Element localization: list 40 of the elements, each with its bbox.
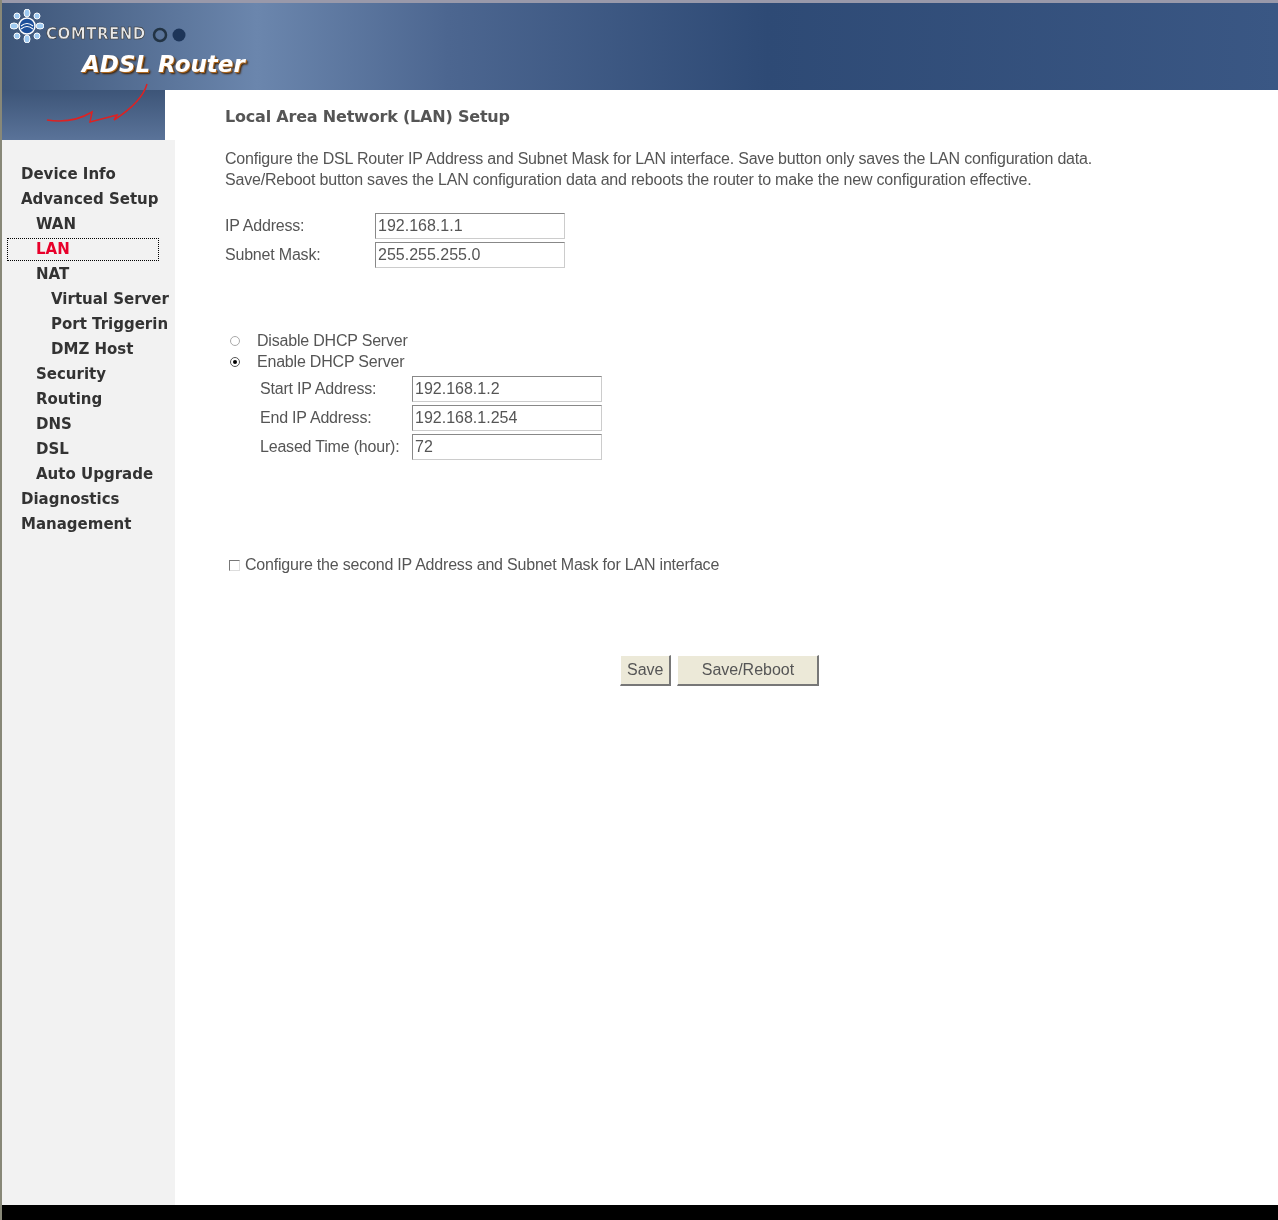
- input-field[interactable]: 192.168.1.254: [412, 404, 602, 431]
- radio-button[interactable]: [230, 335, 240, 346]
- field-label: End IP Address:: [260, 408, 373, 427]
- checkbox[interactable]: [229, 559, 240, 571]
- description-text: Configure the DSL Router IP Address and Subnet Mask for LAN interface. Save button only saves the LAN configuration data.: [225, 149, 1093, 169]
- radio-label: Enable DHCP Server: [257, 352, 405, 371]
- input-field[interactable]: 255.255.255.0: [375, 241, 565, 268]
- field-label: IP Address:: [225, 216, 306, 235]
- field-label: Leased Time (hour):: [260, 437, 401, 456]
- product-title: ADSL Router: [82, 51, 245, 77]
- sidebar-item[interactable]: Auto Upgrade: [6, 462, 158, 487]
- sidebar-item[interactable]: DSL: [6, 437, 73, 462]
- circle-dots-icon: [151, 27, 188, 43]
- sidebar-item[interactable]: Management: [6, 512, 136, 537]
- sidebar-item[interactable]: Advanced Setup: [6, 187, 163, 212]
- sidebar-item[interactable]: DNS: [6, 412, 76, 437]
- sidebar-item[interactable]: NAT: [6, 262, 74, 287]
- sidebar-item[interactable]: Security: [6, 362, 111, 387]
- field-label: Start IP Address:: [260, 379, 378, 398]
- checkbox-label: Configure the second IP Address and Subnet Mask for LAN interface: [245, 556, 720, 574]
- page-title: Local Area Network (LAN) Setup: [225, 107, 511, 126]
- radio-label: Disable DHCP Server: [257, 331, 408, 350]
- sidebar-item[interactable]: DMZ Host: [6, 337, 138, 362]
- sidebar-item[interactable]: WAN: [6, 212, 81, 237]
- sidebar-item[interactable]: LAN: [6, 237, 160, 262]
- action-button[interactable]: Save: [620, 655, 672, 686]
- input-field[interactable]: 72: [412, 433, 602, 460]
- description-text: Save/Reboot button saves the LAN configuration data and reboots the router to make the new configuration effective.: [225, 170, 1033, 190]
- sidebar-item[interactable]: Diagnostics: [6, 487, 124, 512]
- input-field[interactable]: 192.168.1.1: [375, 212, 565, 239]
- sidebar-item[interactable]: Routing: [6, 387, 107, 412]
- action-button[interactable]: Save/Reboot: [677, 655, 820, 686]
- sidebar-item[interactable]: Port Triggerin: [6, 312, 173, 337]
- sidebar-item[interactable]: Virtual Server: [6, 287, 173, 312]
- input-field[interactable]: 192.168.1.2: [412, 375, 602, 402]
- sidebar-item[interactable]: Device Info: [6, 162, 120, 187]
- brand-name: COMTREND: [46, 25, 146, 43]
- flower-logo-icon: [10, 9, 44, 43]
- field-label: Subnet Mask:: [225, 245, 322, 264]
- radio-button[interactable]: [230, 356, 240, 367]
